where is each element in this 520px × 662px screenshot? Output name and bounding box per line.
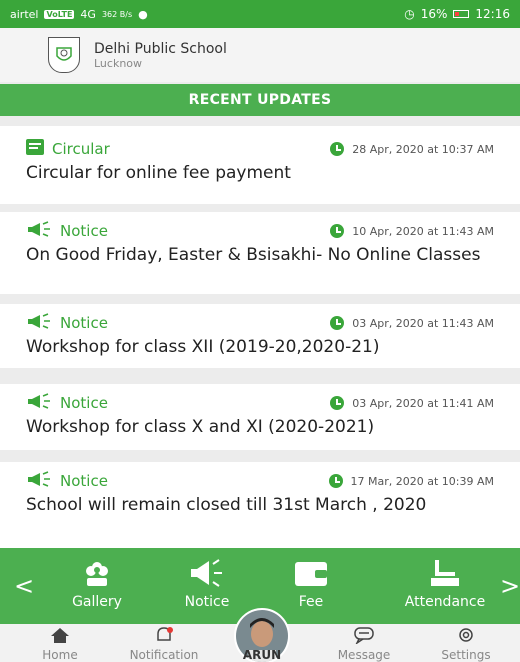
- megaphone-icon: [191, 559, 222, 587]
- update-title: On Good Friday, Easter & Bsisakhi- No On…: [26, 245, 481, 265]
- school-name: Delhi Public School: [94, 40, 227, 57]
- update-card[interactable]: Notice 03 Apr, 2020 at 11:43 AM Workshop…: [0, 304, 520, 368]
- circular-icon: [26, 139, 44, 159]
- update-title: Workshop for class XII (2019-20,2020-21): [26, 337, 380, 357]
- flower-icon: [86, 562, 108, 586]
- nav-home[interactable]: Home: [10, 626, 110, 662]
- gear-icon: [459, 628, 473, 642]
- update-title: Workshop for class X and XI (2020-2021): [26, 417, 375, 437]
- school-logo: [48, 37, 80, 73]
- quick-link-notice[interactable]: Notice: [162, 558, 252, 610]
- bell-icon: [157, 627, 173, 641]
- update-title: Circular for online fee payment: [26, 163, 291, 183]
- school-header: Delhi Public School Lucknow: [0, 28, 520, 82]
- update-card[interactable]: Circular 28 Apr, 2020 at 10:37 AM Circul…: [0, 126, 520, 204]
- quick-link-gallery[interactable]: Gallery: [52, 558, 142, 610]
- update-card[interactable]: Notice 03 Apr, 2020 at 11:41 AM Workshop…: [0, 384, 520, 450]
- nav-label: Settings: [441, 648, 491, 662]
- quick-link-fee[interactable]: Fee: [266, 558, 356, 610]
- alarm-icon: ◷: [404, 7, 415, 21]
- clock-icon: [330, 396, 345, 410]
- school-city: Lucknow: [94, 56, 143, 70]
- megaphone-icon: [26, 393, 52, 413]
- attendance-icon: [431, 560, 459, 586]
- nav-settings[interactable]: Settings: [416, 626, 516, 662]
- update-type: Circular: [52, 140, 110, 158]
- chevron-left-icon[interactable]: <: [14, 572, 34, 600]
- update-type: Notice: [60, 472, 108, 490]
- home-icon: [51, 628, 69, 643]
- network-type: 4G: [80, 7, 96, 21]
- battery-icon: [453, 10, 470, 18]
- quick-link-label: Notice: [184, 594, 230, 610]
- update-timestamp: 03 Apr, 2020 at 11:43 AM: [352, 316, 494, 330]
- volte-badge: VoLTE: [44, 9, 75, 19]
- clock-icon: [330, 142, 345, 156]
- quick-link-label: Gallery: [72, 594, 122, 610]
- megaphone-icon: [26, 313, 52, 333]
- clock-time: 12:16: [475, 7, 510, 21]
- chat-icon: ●: [138, 7, 148, 21]
- update-type: Notice: [60, 394, 108, 412]
- quick-link-label: Attendance: [404, 594, 486, 610]
- update-title: School will remain closed till 31st Marc…: [26, 495, 427, 515]
- wallet-icon: [295, 562, 327, 586]
- quick-link-attendance[interactable]: Attendance: [392, 558, 498, 610]
- nav-label: Home: [42, 648, 78, 662]
- nav-label: Message: [337, 648, 391, 662]
- update-timestamp: 28 Apr, 2020 at 10:37 AM: [352, 142, 494, 156]
- megaphone-icon: [26, 471, 52, 491]
- clock-icon: [330, 316, 345, 330]
- update-timestamp: 03 Apr, 2020 at 11:41 AM: [352, 396, 494, 410]
- section-title: RECENT UPDATES: [0, 84, 520, 116]
- update-timestamp: 10 Apr, 2020 at 11:43 AM: [352, 224, 494, 238]
- data-speed: 362 B/s: [101, 9, 133, 19]
- clock-icon: [328, 474, 343, 488]
- clock-icon: [330, 224, 345, 238]
- chevron-right-icon[interactable]: >: [500, 572, 520, 600]
- update-type: Notice: [60, 314, 108, 332]
- update-card[interactable]: Notice 17 Mar, 2020 at 10:39 AM School w…: [0, 462, 520, 548]
- carrier-name: airtel: [10, 7, 39, 21]
- nav-notification[interactable]: Notification: [114, 626, 214, 662]
- quick-link-label: Fee: [298, 594, 324, 610]
- nav-message[interactable]: Message: [314, 626, 414, 662]
- update-type: Notice: [60, 222, 108, 240]
- update-timestamp: 17 Mar, 2020 at 10:39 AM: [350, 474, 495, 488]
- nav-label: Notification: [129, 648, 199, 662]
- message-icon: [354, 627, 374, 644]
- megaphone-icon: [26, 221, 52, 241]
- profile-name: ARUN: [242, 648, 282, 662]
- status-bar: airtel VoLTE 4G 362 B/s ● ◷ 16% 12:16: [0, 0, 520, 28]
- update-card[interactable]: Notice 10 Apr, 2020 at 11:43 AM On Good …: [0, 212, 520, 294]
- battery-percent: 16%: [420, 7, 448, 21]
